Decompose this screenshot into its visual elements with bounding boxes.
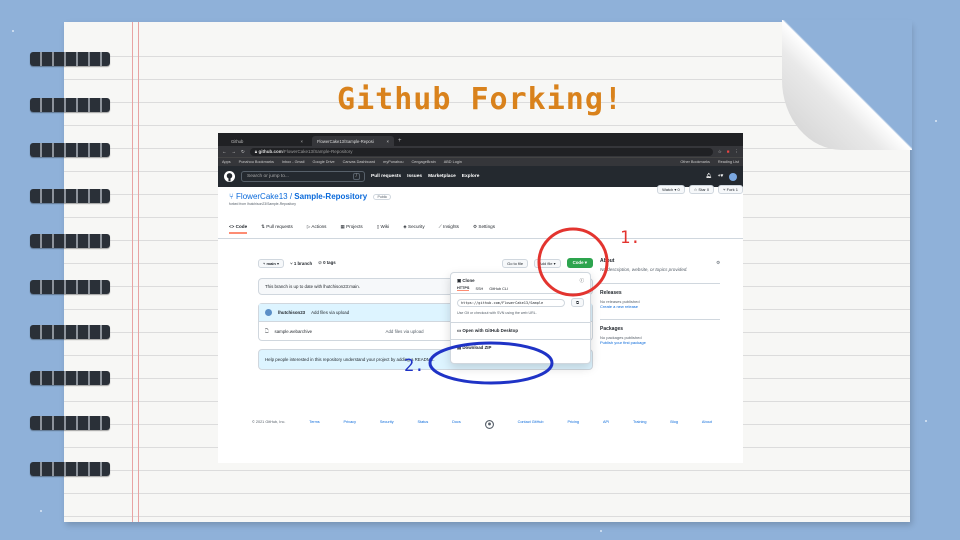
red-circle-annotation <box>537 227 609 297</box>
step-2-label: 2. <box>404 356 425 376</box>
step-1-label: 1. <box>620 228 641 248</box>
blue-circle-annotation <box>428 341 554 385</box>
annotation-layer <box>428 227 609 385</box>
